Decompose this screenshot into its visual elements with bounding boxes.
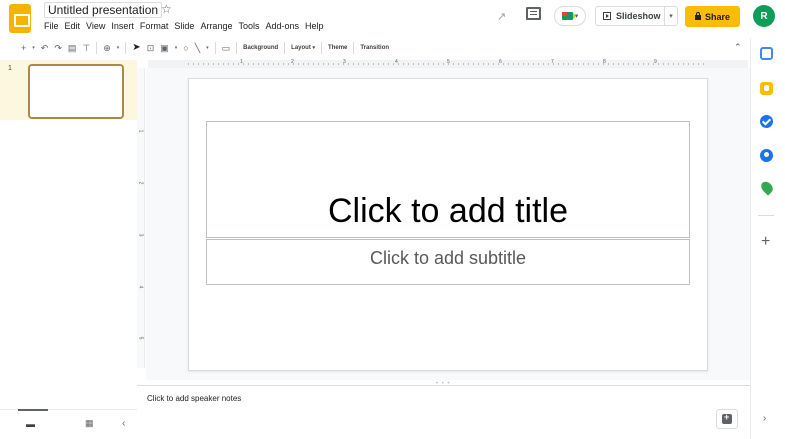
ruler-label: 8 — [603, 59, 606, 65]
activity-dashboard-icon[interactable]: ↗ — [497, 10, 506, 23]
lock-icon — [694, 12, 701, 20]
shape-icon[interactable]: ○ — [183, 43, 188, 53]
slides-logo-icon[interactable] — [9, 4, 31, 33]
ruler-label: 2 — [137, 181, 144, 185]
meet-button[interactable]: ▾ — [554, 6, 586, 26]
filmstrip-view-icon[interactable]: ▬ — [26, 419, 35, 429]
slideshow-dropdown[interactable]: ▾ — [665, 6, 678, 26]
share-button[interactable]: Share — [685, 6, 740, 27]
chevron-right-icon[interactable]: › — [763, 413, 766, 424]
ruler-label: 3 — [137, 233, 144, 237]
active-view-indicator — [18, 409, 48, 411]
add-icon[interactable]: + — [761, 234, 770, 250]
line-icon[interactable]: ╲ — [195, 43, 200, 53]
share-label: Share — [704, 11, 730, 22]
ruler-label: 9 — [654, 59, 657, 65]
layout-label: Layout — [291, 45, 311, 51]
ruler-label: 7 — [551, 59, 554, 65]
title-text: Click to add title — [328, 192, 568, 230]
layout-button[interactable]: Layout ▾ — [291, 45, 315, 51]
slides-editor: Untitled presentation ☆ File Edit View I… — [0, 0, 785, 439]
play-icon — [603, 12, 611, 20]
ruler-label: 3 — [343, 59, 346, 65]
divider — [214, 42, 216, 54]
speaker-notes-placeholder[interactable]: Click to add speaker notes — [147, 394, 241, 403]
ruler-label: 4 — [395, 59, 398, 65]
redo-icon[interactable]: ↷ — [54, 43, 62, 53]
chevron-up-icon[interactable]: ⌃ — [734, 42, 742, 53]
keep-icon[interactable] — [760, 82, 773, 95]
vertical-ruler — [137, 68, 145, 368]
menu-format[interactable]: Format — [140, 21, 169, 31]
explore-icon — [722, 412, 732, 424]
menu-bar: File Edit View Insert Format Slide Arran… — [44, 21, 324, 31]
divider — [284, 42, 286, 54]
toolbar: + ▾ ↶ ↷ ▤ ⊤ ⊕ ▾ ➤ ⊡ ▣ ▾ ○ ╲ ▾ ▭ Backgrou… — [0, 38, 750, 58]
image-icon[interactable]: ▣ — [160, 43, 169, 53]
menu-slide[interactable]: Slide — [174, 21, 194, 31]
chevron-down-icon: ▾ — [312, 45, 316, 51]
chevron-down-icon[interactable]: ▾ — [32, 45, 35, 51]
grid-view-icon[interactable]: ▦ — [85, 418, 94, 429]
divider — [125, 42, 127, 54]
ruler-label: 6 — [499, 59, 502, 65]
app-header: Untitled presentation ☆ File Edit View I… — [0, 0, 785, 38]
text-box-icon[interactable]: ⊡ — [147, 43, 155, 53]
ruler-label: 2 — [291, 59, 294, 65]
chevron-down-icon[interactable]: ▾ — [117, 45, 120, 51]
background-button[interactable]: Background — [243, 45, 278, 51]
divider — [321, 42, 323, 54]
meet-icon — [561, 12, 576, 20]
menu-insert[interactable]: Insert — [111, 21, 134, 31]
select-icon[interactable]: ➤ — [132, 43, 140, 53]
avatar[interactable]: R — [753, 5, 775, 27]
chevron-left-icon[interactable]: ‹ — [122, 418, 125, 429]
undo-icon[interactable]: ↶ — [41, 43, 49, 53]
transition-button[interactable]: Transition — [360, 45, 389, 51]
paint-format-icon[interactable]: ⊤ — [82, 43, 90, 53]
explore-button[interactable] — [716, 409, 738, 429]
star-icon[interactable]: ☆ — [161, 2, 172, 16]
subtitle-text: Click to add subtitle — [369, 248, 527, 268]
slideshow-label: Slideshow — [616, 11, 661, 21]
new-slide-icon[interactable]: + — [21, 43, 26, 53]
divider — [236, 42, 238, 54]
menu-tools[interactable]: Tools — [238, 21, 259, 31]
chevron-down-icon: ▾ — [669, 13, 673, 20]
slideshow-button[interactable]: Slideshow — [595, 6, 665, 26]
chevron-down-icon[interactable]: ▾ — [175, 45, 178, 51]
ruler-label: 1 — [137, 129, 144, 133]
print-icon[interactable]: ▤ — [68, 43, 77, 53]
comment-history-icon[interactable] — [526, 7, 541, 20]
zoom-icon[interactable]: ⊕ — [103, 43, 111, 53]
title-placeholder[interactable]: Click to add title — [206, 121, 690, 238]
ruler-label: 5 — [447, 59, 450, 65]
menu-help[interactable]: Help — [305, 21, 324, 31]
menu-view[interactable]: View — [86, 21, 105, 31]
menu-edit[interactable]: Edit — [65, 21, 81, 31]
menu-arrange[interactable]: Arrange — [200, 21, 232, 31]
contacts-icon[interactable] — [760, 149, 773, 162]
ruler-label: 1 — [240, 59, 243, 65]
menu-file[interactable]: File — [44, 21, 59, 31]
divider — [96, 42, 98, 54]
slide-thumbnail[interactable] — [28, 64, 124, 119]
subtitle-placeholder[interactable]: Click to add subtitle — [206, 239, 690, 285]
chevron-down-icon[interactable]: ▾ — [206, 45, 209, 51]
document-title[interactable]: Untitled presentation — [44, 2, 163, 18]
tasks-icon[interactable] — [760, 115, 773, 128]
ruler-label: 5 — [137, 336, 144, 340]
slide-number: 1 — [8, 65, 12, 72]
calendar-icon[interactable] — [760, 47, 773, 60]
menu-addons[interactable]: Add-ons — [265, 21, 299, 31]
ruler-label: 4 — [137, 285, 144, 289]
divider — [758, 215, 774, 216]
comment-icon[interactable]: ▭ — [222, 43, 231, 53]
divider — [353, 42, 355, 54]
theme-button[interactable]: Theme — [328, 45, 347, 51]
